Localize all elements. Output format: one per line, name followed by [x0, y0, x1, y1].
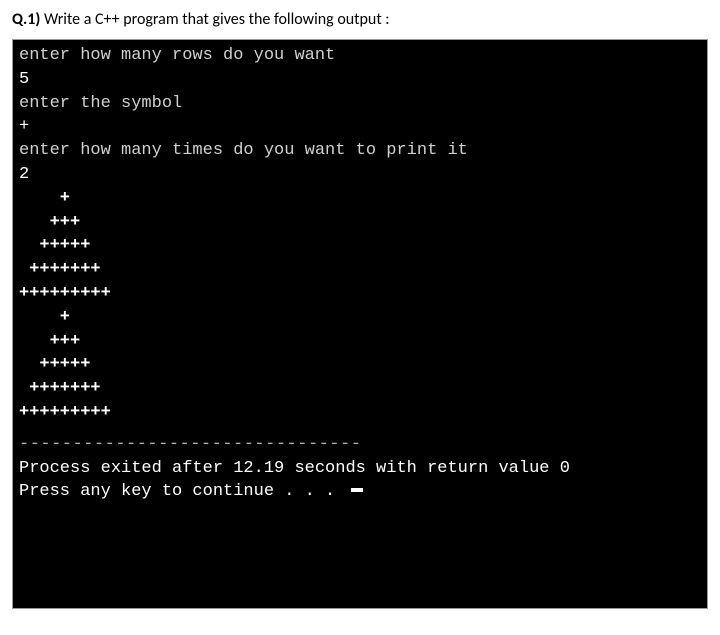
terminal-output: enter how many rows do you want 5 enter …	[12, 39, 708, 609]
continue-message: Press any key to continue . . .	[19, 480, 701, 504]
question-label: Q.1)	[12, 10, 40, 29]
separator-line: --------------------------------	[19, 433, 701, 457]
question-body: Write a C++ program that gives the follo…	[40, 10, 389, 29]
input-symbol: +	[19, 115, 701, 139]
input-rows: 5	[19, 68, 701, 92]
prompt-symbol: enter the symbol	[19, 92, 701, 116]
prompt-rows: enter how many rows do you want	[19, 44, 701, 68]
exit-message: Process exited after 12.19 seconds with …	[19, 457, 701, 481]
cursor-icon	[351, 488, 363, 492]
pattern-line: +++++++	[19, 258, 701, 282]
pattern-line: +++++++++	[19, 282, 701, 306]
pattern-line: +++	[19, 330, 701, 354]
input-times: 2	[19, 163, 701, 187]
prompt-times: enter how many times do you want to prin…	[19, 139, 701, 163]
pattern-line: +	[19, 306, 701, 330]
pattern-line: +++++	[19, 234, 701, 258]
continue-text: Press any key to continue . . .	[19, 482, 345, 501]
pattern-line: +++++++++	[19, 401, 701, 425]
question-heading: Q.1) Write a C++ program that gives the …	[12, 10, 708, 29]
pattern-line: +++++	[19, 353, 701, 377]
pattern-line: +++	[19, 211, 701, 235]
pattern-line: +	[19, 187, 701, 211]
pattern-line: +++++++	[19, 377, 701, 401]
